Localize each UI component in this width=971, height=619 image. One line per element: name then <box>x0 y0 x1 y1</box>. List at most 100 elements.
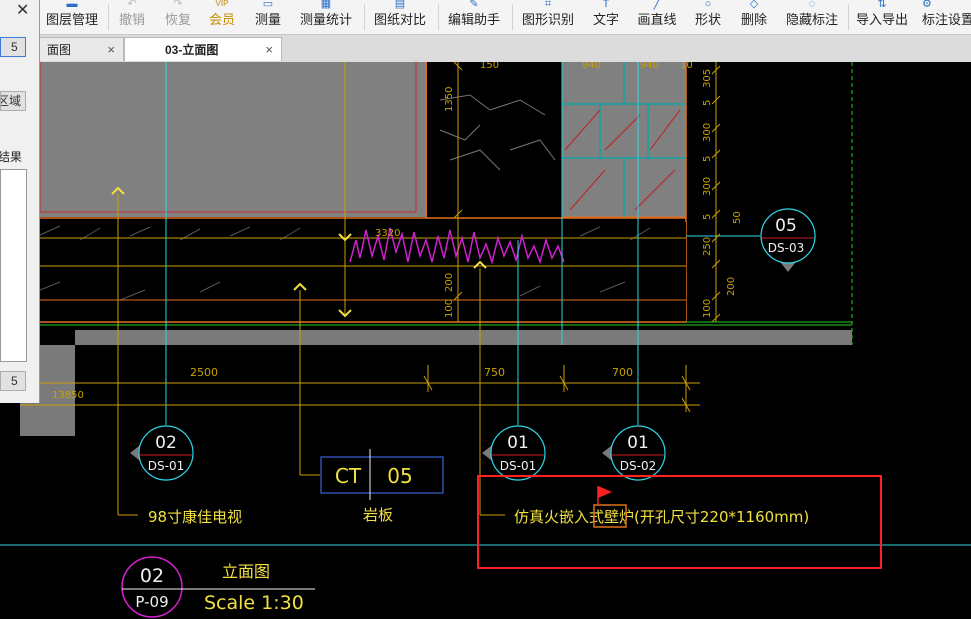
title-sheet: P-09 <box>135 593 168 611</box>
flag-icon[interactable] <box>597 486 612 504</box>
dim-text: 3320 <box>375 228 400 239</box>
dim-text: 305 <box>702 69 713 88</box>
vip-button[interactable]: VIP 会员 <box>206 0 238 34</box>
tab-label: 面图 <box>47 43 72 57</box>
annotation-settings-button[interactable]: ⚙ 标注设置 <box>922 0 971 34</box>
dim-text: 1350 <box>444 87 455 112</box>
section-callout[interactable]: 01 DS-02 <box>602 425 666 481</box>
result-label: 结果 <box>0 150 23 164</box>
undo-button[interactable]: ↶ 撤销 <box>116 0 148 34</box>
dim-text: 100 <box>702 299 713 318</box>
shape-icon: ○ <box>704 0 712 10</box>
close-icon[interactable]: × <box>265 38 273 62</box>
toolbar-divider <box>364 4 365 30</box>
floor-slab <box>75 330 852 345</box>
dim-text: 50 <box>732 211 743 224</box>
settings-icon: ⚙ <box>922 0 932 10</box>
flag-banner <box>598 486 612 498</box>
dim-text: 200 <box>726 277 737 296</box>
callout-number: 01 <box>507 433 529 453</box>
dim-text: 750 <box>484 366 505 379</box>
ruler-icon: ▭ <box>262 0 274 10</box>
text-icon: T <box>602 0 610 10</box>
region-button[interactable]: 区域 <box>0 91 26 111</box>
shape-recognition-button[interactable]: ⌗ 图形识别 <box>520 0 576 34</box>
undo-icon: ↶ <box>127 0 137 10</box>
marble-niche <box>430 62 560 217</box>
material-code: CT <box>335 464 362 488</box>
dim-text: 13850 <box>52 390 84 401</box>
dim-text: 2500 <box>190 366 218 379</box>
material-tag[interactable]: CT 05 岩板 <box>320 449 444 524</box>
dim-text: 5 <box>702 214 713 220</box>
delete-button[interactable]: ◇ 删除 <box>738 0 770 34</box>
title-scale: Scale 1:30 <box>204 592 304 614</box>
toolbar-divider <box>512 4 513 30</box>
cad-drawing-canvas[interactable]: 150 940 940 10 305 5 300 5 300 5 50 250 … <box>0 62 971 619</box>
redo-button[interactable]: ↷ 恢复 <box>162 0 194 34</box>
note-tv: 98寸康佳电视 <box>148 508 242 526</box>
callout-number: 05 <box>775 216 797 236</box>
dim-text: 200 <box>444 273 455 292</box>
eraser-icon: ◇ <box>749 0 759 10</box>
title-number: 02 <box>140 565 164 587</box>
shape-button[interactable]: ○ 形状 <box>692 0 724 34</box>
side-panel-button-top[interactable]: 5 <box>0 37 26 57</box>
compare-icon: ▤ <box>394 0 406 10</box>
toolbar: ▬ 图层管理 ↶ 撤销 ↷ 恢复 VIP 会员 ▭ 测量 ▦ 测量统计 ▤ 图纸对比 ✎ 编辑助… <box>0 0 971 35</box>
drawing-title-block: 02 P-09 立面图 Scale 1:30 <box>121 556 315 618</box>
dim-text: 940 <box>582 62 601 71</box>
section-callout[interactable]: 05 DS-03 <box>760 208 816 272</box>
toolbar-divider <box>438 4 439 30</box>
dim-text: 100 <box>444 299 455 318</box>
redo-icon: ↷ <box>173 0 183 10</box>
wall-panel <box>36 62 426 217</box>
text-button[interactable]: T 文字 <box>590 0 622 34</box>
note-fireplace: 仿真火嵌入式壁炉(开孔尺寸220*1160mm) <box>514 508 809 526</box>
section-callout[interactable]: 01 DS-01 <box>482 425 546 481</box>
callout-ref: DS-01 <box>148 459 184 473</box>
dimension-tick <box>423 375 691 413</box>
dim-text: 300 <box>702 177 713 196</box>
dim-text: 700 <box>612 366 633 379</box>
dim-text: 5 <box>702 156 713 162</box>
dim-text: 150 <box>480 62 499 71</box>
close-icon[interactable]: × <box>107 38 115 62</box>
measure-button[interactable]: ▭ 测量 <box>252 0 284 34</box>
hide-icon: ◌ <box>808 0 816 10</box>
tab-elevation-prev[interactable]: 面图 × <box>36 37 124 61</box>
marble-band <box>36 222 686 322</box>
line-icon: ╱ <box>653 0 661 10</box>
layers-icon: ▬ <box>66 0 78 10</box>
hide-annotations-button[interactable]: ◌ 隐藏标注 <box>784 0 840 34</box>
tab-03-elevation[interactable]: 03-立面图 × <box>124 37 282 61</box>
material-number: 05 <box>387 464 412 488</box>
stats-icon: ▦ <box>320 0 332 10</box>
dim-text: 250 <box>702 237 713 256</box>
compare-drawings-button[interactable]: ▤ 图纸对比 <box>372 0 428 34</box>
import-export-button[interactable]: ⇅ 导入导出 <box>854 0 910 34</box>
callout-ref: DS-03 <box>768 241 804 255</box>
title-name: 立面图 <box>222 562 270 581</box>
measure-stats-button[interactable]: ▦ 测量统计 <box>298 0 354 34</box>
material-name: 岩板 <box>363 506 393 524</box>
edit-icon: ✎ <box>469 0 479 10</box>
toolbar-divider <box>848 4 849 30</box>
callout-number: 02 <box>155 433 177 453</box>
close-icon[interactable]: ✕ <box>16 0 29 20</box>
section-callout[interactable]: 02 DS-01 <box>130 425 194 481</box>
edit-assistant-button[interactable]: ✎ 编辑助手 <box>446 0 502 34</box>
tab-label: 03-立面图 <box>165 43 219 57</box>
layer-manage-button[interactable]: ▬ 图层管理 <box>40 0 104 34</box>
callout-ref: DS-01 <box>500 459 536 473</box>
vip-icon: VIP <box>215 0 229 8</box>
result-list[interactable] <box>0 169 27 362</box>
dim-text: 300 <box>702 123 713 142</box>
draw-line-button[interactable]: ╱ 画直线 <box>636 0 678 34</box>
dim-text: 5 <box>702 100 713 106</box>
side-panel: ✕ 5 区域 结果 5 <box>0 0 40 403</box>
dim-text: 10 <box>680 62 693 71</box>
side-panel-button-bottom[interactable]: 5 <box>0 371 26 391</box>
toolbar-divider <box>108 4 109 30</box>
recognize-icon: ⌗ <box>544 0 552 10</box>
